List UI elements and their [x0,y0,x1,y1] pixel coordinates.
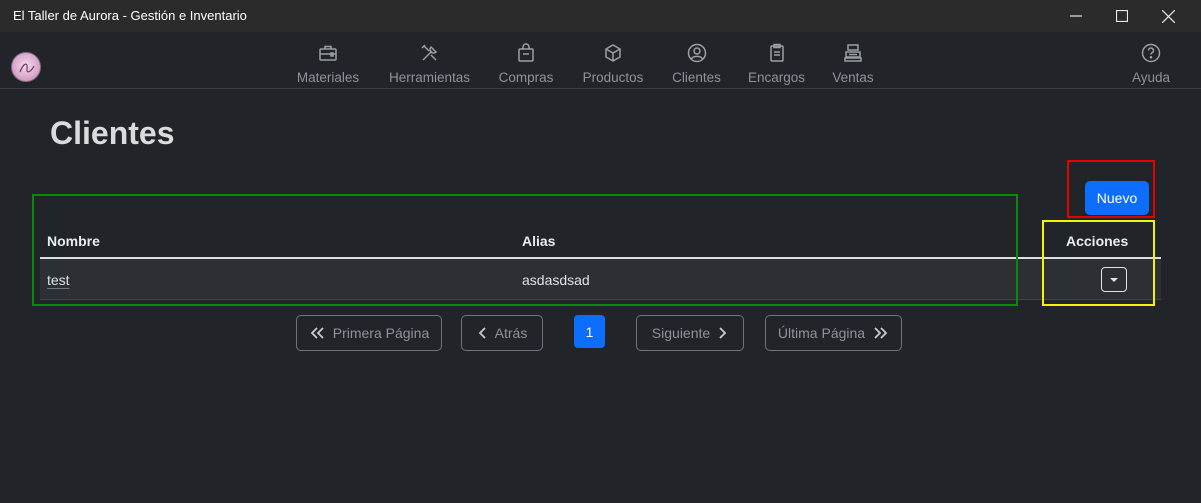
minimize-icon [1070,15,1082,17]
nav-item-clientes[interactable]: Clientes [671,42,722,87]
nav-label-clientes: Clientes [672,70,721,85]
nav-item-ayuda[interactable]: Ayuda [1131,42,1171,87]
nav-label-herramientas: Herramientas [388,70,471,85]
nav-label-materiales: Materiales [296,70,360,85]
next-page-button[interactable]: Siguiente [636,315,744,351]
cash-register-icon [844,44,862,62]
logo-mark-icon [19,63,35,73]
previous-page-label: Atrás [494,325,528,341]
chevron-right-icon [719,327,727,339]
question-circle-icon [1141,43,1161,63]
nav-label-ventas: Ventas [832,70,874,85]
window-titlebar: El Taller de Aurora - Gestión e Inventar… [0,0,1201,32]
annotation-box-green [32,194,1018,306]
clipboard-icon [769,43,784,62]
user-circle-icon [687,43,706,63]
first-page-button[interactable]: Primera Página [296,315,442,351]
nav-label-encargos: Encargos [747,70,806,85]
first-page-label: Primera Página [332,325,430,341]
double-chevron-left-icon [310,327,324,339]
nav-item-materiales[interactable]: Materiales [296,42,360,87]
nav-item-productos[interactable]: Productos [581,42,645,87]
nav-item-compras[interactable]: Compras [498,42,554,87]
app-logo[interactable] [11,52,41,82]
minimize-button[interactable] [1053,0,1099,32]
last-page-button[interactable]: Última Página [765,315,902,351]
nav-label-ayuda: Ayuda [1131,70,1171,85]
last-page-label: Última Página [777,325,866,341]
current-page-button[interactable]: 1 [574,315,605,348]
briefcase-icon [319,45,337,61]
chevron-left-icon [478,327,486,339]
nav-label-compras: Compras [498,70,554,85]
nav-item-herramientas[interactable]: Herramientas [388,42,471,87]
close-button[interactable] [1145,0,1191,32]
maximize-icon [1116,10,1128,22]
close-icon [1161,9,1175,23]
nav-label-productos: Productos [582,70,644,85]
shopping-bag-icon [518,43,534,62]
main-navbar: Materiales Herramientas Compras Producto… [0,32,1201,89]
window-title: El Taller de Aurora - Gestión e Inventar… [13,8,247,23]
nav-item-encargos[interactable]: Encargos [748,42,805,87]
nav-item-ventas[interactable]: Ventas [832,42,874,87]
tools-icon [420,44,437,61]
page-title: Clientes [50,115,175,151]
box-icon [605,44,621,62]
maximize-button[interactable] [1099,0,1145,32]
previous-page-button[interactable]: Atrás [461,315,543,351]
next-page-label: Siguiente [651,325,711,341]
annotation-box-yellow [1042,220,1155,306]
annotation-box-red [1067,160,1155,218]
double-chevron-right-icon [874,327,888,339]
